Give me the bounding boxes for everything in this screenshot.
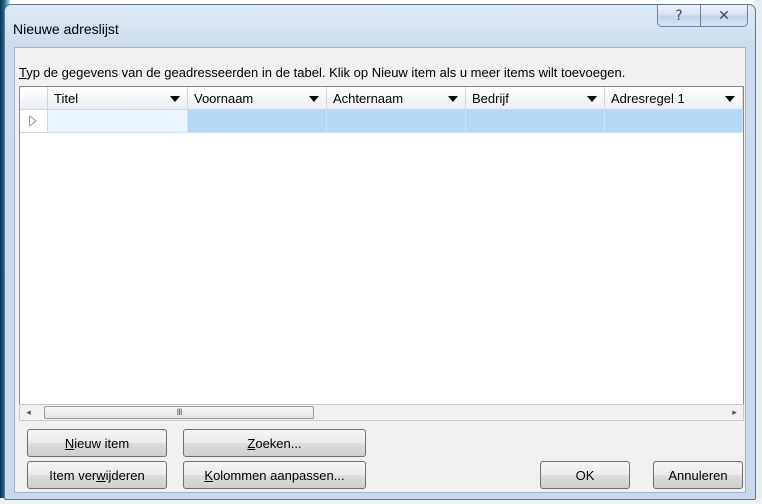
dropdown-arrow-icon[interactable] [170,96,180,102]
table-row[interactable] [20,110,743,133]
dialog-window: Nieuwe adreslijst ? ✕ Typ de gegevens va… [4,4,756,500]
scroll-left-button[interactable]: ◂ [20,405,37,420]
delete-item-button[interactable]: Item ver w ijderen [27,461,167,489]
search-button[interactable]: Zoeken... [183,429,366,457]
instruction-text: Typ de gegevens van de geadresseerden in… [19,65,739,80]
row-selector[interactable] [20,110,48,133]
title-bar[interactable]: Nieuwe adreslijst ? ✕ [5,5,755,45]
help-icon: ? [675,7,683,24]
dropdown-arrow-icon[interactable] [725,96,735,102]
arrow-right-icon: ▸ [732,407,737,418]
column-header-voornaam[interactable]: Voornaam [188,87,327,109]
column-label: Voornaam [194,91,254,106]
cell-titel[interactable] [48,110,188,133]
close-button[interactable]: ✕ [700,5,748,27]
customize-columns-button[interactable]: Kolommen aanpassen... [183,461,366,489]
column-label: Titel [54,91,79,106]
column-header-titel[interactable]: Titel [48,87,188,109]
grip-icon: III [176,407,183,418]
column-label: Bedrijf [472,91,509,106]
horizontal-scrollbar[interactable]: ◂ III ▸ [19,404,744,421]
scrollbar-thumb[interactable]: III [44,406,314,419]
cancel-button[interactable]: Annuleren [653,461,743,489]
scroll-right-button[interactable]: ▸ [726,405,743,420]
close-icon: ✕ [718,7,730,24]
instruction-body: yp de gegevens van de geadresseerden in … [26,65,626,80]
ok-button[interactable]: OK [540,461,630,489]
dropdown-arrow-icon[interactable] [309,96,319,102]
dropdown-arrow-icon[interactable] [448,96,458,102]
cell-achternaam[interactable] [327,110,466,133]
column-label: Achternaam [333,91,404,106]
row-selector-header [20,87,48,109]
window-title: Nieuwe adreslijst [13,21,119,37]
new-item-button[interactable]: Nieuw item [27,429,167,457]
column-header-achternaam[interactable]: Achternaam [327,87,466,109]
address-grid[interactable]: Titel Voornaam Achternaam Bedrijf Adresr… [19,86,744,416]
grid-header: Titel Voornaam Achternaam Bedrijf Adresr… [20,87,743,110]
column-header-bedrijf[interactable]: Bedrijf [466,87,605,109]
dropdown-arrow-icon[interactable] [587,96,597,102]
column-header-adresregel-1[interactable]: Adresregel 1 [605,87,743,109]
column-label: Adresregel 1 [611,91,685,106]
arrow-left-icon: ◂ [26,407,31,418]
cell-voornaam[interactable] [188,110,327,133]
cell-adresregel-1[interactable] [605,110,743,133]
help-button[interactable]: ? [657,5,701,27]
dialog-client-area: Typ de gegevens van de geadresseerden in… [14,47,746,493]
cell-bedrijf[interactable] [466,110,605,133]
